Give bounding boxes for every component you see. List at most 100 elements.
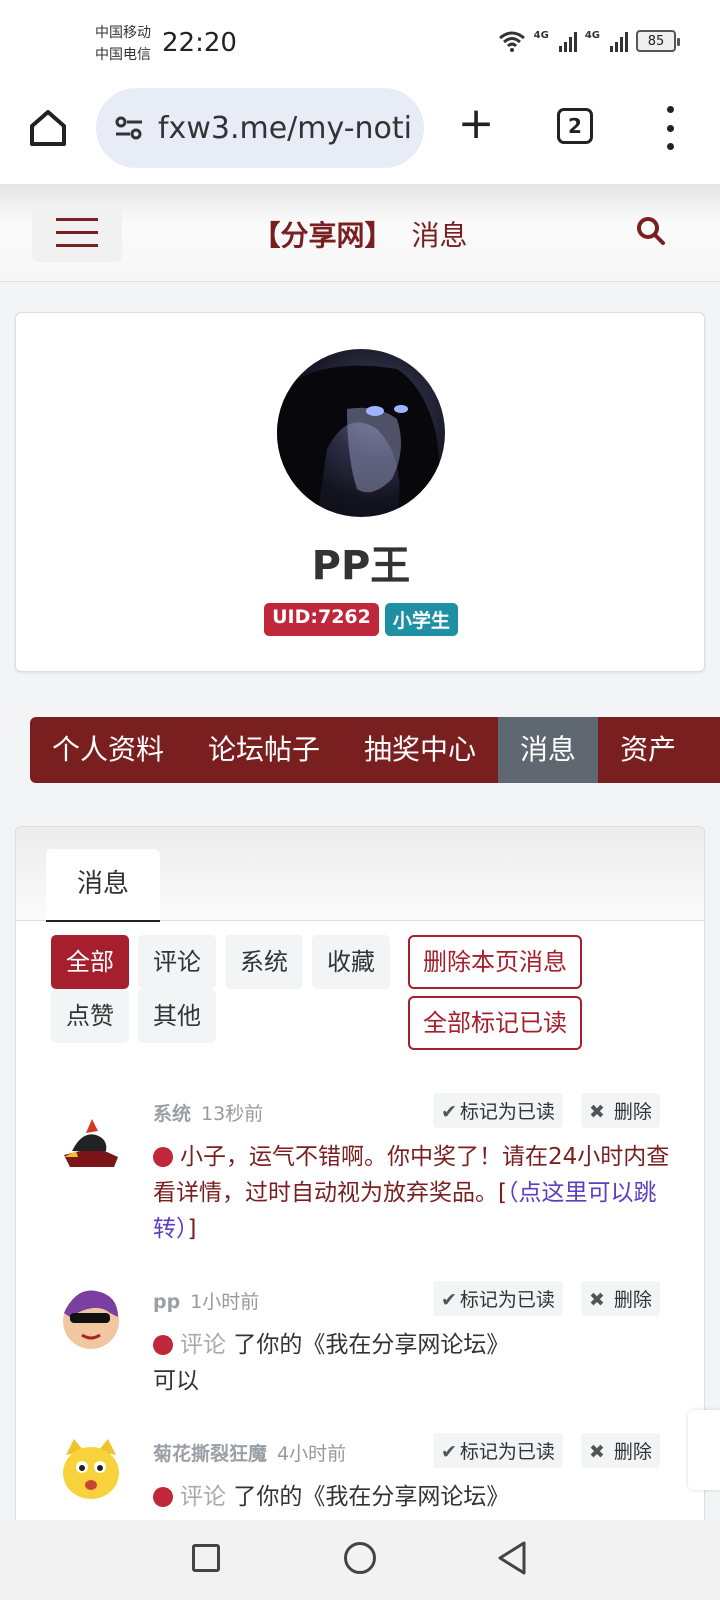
clock: 22:20 [162,28,237,58]
search-icon[interactable] [636,216,666,246]
message-body: 评论 了你的《我在分享网论坛》 [153,1479,673,1515]
mark-read-button[interactable]: ✔ 标记为已读 [433,1433,563,1468]
page-name: 消息 [411,219,468,252]
unread-dot [153,1335,173,1355]
nav-profile[interactable]: 个人资料 [30,717,186,783]
mark-read-label: 标记为已读 [459,1101,555,1123]
address-bar[interactable]: fxw3.me/my-noti [96,88,424,168]
unread-dot [153,1147,173,1167]
delete-button[interactable]: ✖ 删除 [580,1093,660,1128]
panel-header: 消息 [16,827,704,922]
filter-other[interactable]: 其他 [138,989,216,1043]
level-badge: 小学生 [384,603,458,636]
message-body: 评论 了你的《我在分享网论坛》 可以 [153,1327,673,1399]
battery-icon: 85 [636,30,680,52]
network-type-1: 4G [533,30,549,41]
browser-toolbar: fxw3.me/my-noti + 2 [0,88,720,184]
profile-card: PP王 UID:7262 小学生 [15,312,705,672]
close-icon: ✖ [588,1101,605,1123]
signal-icon [610,30,628,52]
check-icon: ✔ [441,1101,457,1123]
close-icon: ✖ [588,1289,605,1311]
sender-name[interactable]: pp [153,1291,180,1313]
message-body: 小子，运气不错啊。你中奖了！请在24小时内查看详情，过时自动视为放弃奖品。[（点… [153,1139,673,1247]
site-name[interactable]: 【分享网】 [253,219,393,252]
delete-label: 删除 [613,1289,652,1311]
signal-icon [558,30,577,52]
list-item: pp 1小时前 ✔ 标记为已读 ✖ 删除 评论 了你的《我在分享网论坛》 可以 [16,1281,706,1427]
mark-all-read-button[interactable]: 全部标记已读 [408,996,582,1050]
message-text[interactable]: 了你的《我在分享网论坛》 [233,1332,509,1358]
plus-icon[interactable]: + [456,102,496,150]
unread-dot [153,1487,173,1507]
page-title: 【分享网】 消息 [0,214,720,254]
filter-favorites[interactable]: 收藏 [312,935,390,989]
delete-button[interactable]: ✖ 删除 [580,1281,660,1316]
message-type: 评论 [180,1332,226,1358]
url-text[interactable]: fxw3.me/my-noti [158,111,412,146]
delete-label: 删除 [613,1441,652,1463]
check-icon: ✔ [441,1441,457,1463]
home-icon[interactable] [26,106,70,150]
filter-all[interactable]: 全部 [51,935,129,989]
filter-comments[interactable]: 评论 [138,935,216,989]
user-badges: UID:7262 小学生 [16,603,706,636]
delete-button[interactable]: ✖ 删除 [580,1433,660,1468]
filter-likes[interactable]: 点赞 [51,989,129,1043]
avatar[interactable] [56,1283,126,1353]
nav-assets[interactable]: 资产 [598,717,698,783]
recents-icon[interactable] [192,1544,220,1572]
message-actions: ✔ 标记为已读 ✖ 删除 [433,1281,660,1316]
uid-badge: UID:7262 [264,603,379,636]
tune-icon[interactable] [114,115,144,141]
nav-messages[interactable]: 消息 [498,717,599,783]
delete-label: 删除 [613,1101,652,1123]
wifi-icon [498,31,525,52]
battery-level: 85 [647,33,665,49]
home-circle-icon[interactable] [344,1542,376,1574]
messages-panel: 消息 全部 评论 系统 收藏 点赞 其他 删除本页消息 全部标记已读 系统 13秒… [15,826,705,1600]
system-icons: 4G 4G 85 [498,30,680,52]
avatar[interactable] [56,1435,126,1505]
status-bar: 中国移动 中国电信 22:20 4G 4G 85 [0,0,720,88]
sender-name[interactable]: 菊花撕裂狂魔 [153,1443,267,1465]
close-icon: ✖ [588,1441,605,1463]
mark-read-button[interactable]: ✔ 标记为已读 [433,1093,563,1128]
network-type-2: 4G [584,30,600,41]
tab-count: 2 [568,114,582,138]
tab-messages[interactable]: 消息 [46,849,160,922]
delete-page-messages-button[interactable]: 删除本页消息 [408,935,582,989]
scroll-to-top-handle[interactable] [688,1410,720,1490]
message-time: 4小时前 [277,1443,347,1465]
message-actions: ✔ 标记为已读 ✖ 删除 [433,1093,660,1128]
system-nav-bar [0,1520,720,1600]
mark-read-button[interactable]: ✔ 标记为已读 [433,1281,563,1316]
more-vert-icon[interactable] [660,106,680,150]
message-meta: 系统 13秒前 [153,1099,263,1126]
user-nav: 个人资料 论坛帖子 抽奖中心 消息 资产 [30,717,720,783]
nav-forum-posts[interactable]: 论坛帖子 [186,717,342,783]
mark-read-label: 标记为已读 [459,1289,555,1311]
message-text-end: ] [187,1216,197,1242]
carrier-2: 中国电信 [95,47,151,63]
tab-switcher-button[interactable]: 2 [557,108,593,144]
username: PP王 [311,543,411,589]
avatar[interactable] [277,349,445,517]
back-icon[interactable] [496,1540,528,1576]
message-type: 评论 [180,1484,226,1510]
nav-lottery[interactable]: 抽奖中心 [342,717,498,783]
carrier-1: 中国移动 [95,25,151,41]
message-meta: 菊花撕裂狂魔 4小时前 [153,1439,346,1466]
mark-read-label: 标记为已读 [459,1441,555,1463]
filter-system[interactable]: 系统 [225,935,303,989]
comment-content: 可以 [153,1368,199,1394]
avatar[interactable] [56,1111,126,1181]
message-time: 1小时前 [190,1291,260,1313]
site-header: 【分享网】 消息 [0,184,720,282]
sender-name[interactable]: 系统 [153,1103,191,1125]
message-text[interactable]: 了你的《我在分享网论坛》 [233,1484,509,1510]
check-icon: ✔ [441,1289,457,1311]
carrier-info: 中国移动 中国电信 [95,22,151,66]
message-actions: ✔ 标记为已读 ✖ 删除 [433,1433,660,1468]
message-meta: pp 1小时前 [153,1287,259,1314]
